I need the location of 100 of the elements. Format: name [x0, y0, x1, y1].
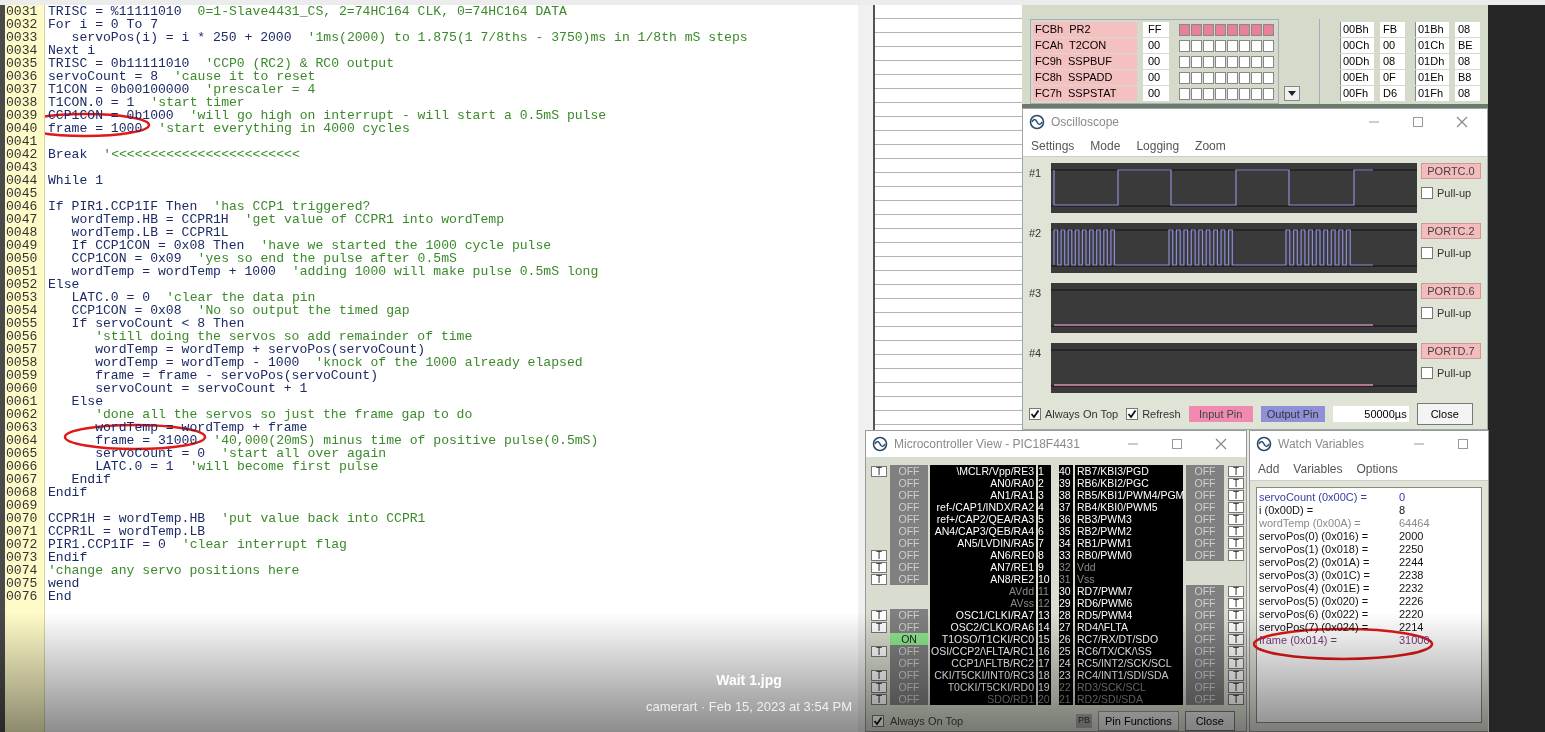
- menu-item[interactable]: Options: [1356, 459, 1398, 478]
- toggle-button[interactable]: T: [1228, 513, 1244, 525]
- bit-checkbox[interactable]: [1191, 23, 1202, 36]
- bit-checkbox[interactable]: [1239, 71, 1250, 84]
- bit-checkbox[interactable]: [1215, 55, 1226, 68]
- toggle-button[interactable]: T: [871, 549, 887, 561]
- bit-checkbox[interactable]: [1227, 23, 1238, 36]
- bit-checkbox[interactable]: [1215, 71, 1226, 84]
- bit-checkbox[interactable]: [1239, 39, 1250, 52]
- toggle-button[interactable]: T: [871, 609, 887, 621]
- pin-number: 3: [1038, 489, 1051, 501]
- bit-checkbox[interactable]: [1227, 87, 1238, 100]
- bit-checkbox[interactable]: [1251, 71, 1262, 84]
- toggle-button[interactable]: T: [1228, 549, 1244, 561]
- menu-item[interactable]: Zoom: [1195, 136, 1226, 155]
- bit-checkbox[interactable]: [1179, 23, 1190, 36]
- checkbox[interactable]: [1421, 367, 1433, 380]
- bit-checkbox[interactable]: [1203, 55, 1214, 68]
- toggle-button[interactable]: T: [1228, 657, 1244, 669]
- checkbox[interactable]: [1421, 187, 1433, 200]
- checkbox[interactable]: [1421, 247, 1433, 260]
- bit-checkbox[interactable]: [1179, 39, 1190, 52]
- bit-checkbox[interactable]: [1239, 87, 1250, 100]
- code-editor[interactable]: [0, 5, 858, 732]
- menu-item[interactable]: Settings: [1031, 136, 1075, 155]
- bit-checkbox[interactable]: [1203, 71, 1214, 84]
- toggle-button[interactable]: T: [1228, 645, 1244, 657]
- menu-item[interactable]: Variables: [1293, 459, 1343, 478]
- toggle-button[interactable]: T: [1228, 609, 1244, 621]
- toggle-button[interactable]: T: [1228, 465, 1244, 477]
- bit-checkbox[interactable]: [1263, 87, 1274, 100]
- bit-checkbox[interactable]: [1263, 39, 1274, 52]
- bit-checkbox[interactable]: [1203, 23, 1214, 36]
- maximize-icon[interactable]: [1457, 438, 1469, 450]
- bit-checkbox[interactable]: [1179, 55, 1190, 68]
- pin-number: 9: [1038, 561, 1051, 573]
- bit-checkbox[interactable]: [1215, 87, 1226, 100]
- bit-checkbox[interactable]: [1239, 55, 1250, 68]
- menu-item[interactable]: Logging: [1136, 136, 1180, 155]
- toggle-button[interactable]: T: [871, 681, 887, 693]
- toggle-button[interactable]: T: [1228, 489, 1244, 501]
- bit-checkbox[interactable]: [1227, 55, 1238, 68]
- bit-checkbox[interactable]: [1191, 55, 1202, 68]
- bit-checkbox[interactable]: [1227, 39, 1238, 52]
- memory-address: 01Ch: [1415, 38, 1449, 53]
- menu-item[interactable]: Mode: [1090, 136, 1121, 155]
- toggle-button[interactable]: T: [1228, 525, 1244, 537]
- toggle-button[interactable]: T: [871, 669, 887, 681]
- toggle-button[interactable]: T: [1228, 669, 1244, 681]
- toggle-button[interactable]: T: [1228, 597, 1244, 609]
- toggle-button[interactable]: T: [871, 561, 887, 573]
- bit-checkbox[interactable]: [1215, 39, 1226, 52]
- close-icon[interactable]: [1456, 116, 1468, 128]
- checkbox[interactable]: [1421, 307, 1433, 320]
- bit-checkbox[interactable]: [1263, 55, 1274, 68]
- menu-item[interactable]: Add: [1258, 459, 1280, 478]
- bit-checkbox[interactable]: [1179, 71, 1190, 84]
- bit-checkbox[interactable]: [1263, 71, 1274, 84]
- toggle-button[interactable]: T: [1228, 585, 1244, 597]
- toggle-button[interactable]: T: [1228, 621, 1244, 633]
- bit-checkbox[interactable]: [1179, 87, 1190, 100]
- bit-checkbox[interactable]: [1203, 87, 1214, 100]
- toggle-button[interactable]: T: [1228, 501, 1244, 513]
- toggle-button[interactable]: T: [1228, 681, 1244, 693]
- variable-value: 2232: [1399, 582, 1424, 595]
- checkbox[interactable]: [1029, 408, 1041, 420]
- scroll-down-button[interactable]: [1284, 86, 1300, 101]
- code-text: wend: [48, 577, 80, 590]
- bit-checkbox[interactable]: [1251, 55, 1262, 68]
- toggle-button[interactable]: T: [871, 645, 887, 657]
- bit-checkbox[interactable]: [1191, 87, 1202, 100]
- toggle-button[interactable]: T: [871, 573, 887, 585]
- bit-checkbox[interactable]: [1215, 23, 1226, 36]
- close-icon[interactable]: [1215, 438, 1227, 450]
- caret-icon: [1288, 91, 1296, 96]
- maximize-icon[interactable]: [1171, 438, 1183, 450]
- toggle-button[interactable]: T: [1228, 537, 1244, 549]
- bit-checkbox[interactable]: [1191, 39, 1202, 52]
- toggle-button[interactable]: T: [1228, 477, 1244, 489]
- toggle-button[interactable]: T: [1228, 693, 1244, 705]
- bit-checkbox[interactable]: [1191, 71, 1202, 84]
- close-button[interactable]: Close: [1184, 711, 1235, 731]
- checkbox[interactable]: [1126, 408, 1139, 420]
- toggle-button[interactable]: T: [871, 465, 887, 477]
- bit-checkbox[interactable]: [1239, 23, 1250, 36]
- toggle-button[interactable]: T: [871, 621, 887, 633]
- toggle-button[interactable]: T: [1228, 633, 1244, 645]
- bit-checkbox[interactable]: [1251, 87, 1262, 100]
- bit-checkbox[interactable]: [1251, 23, 1262, 36]
- pin-functions-button[interactable]: Pin Functions: [1098, 711, 1179, 731]
- maximize-icon[interactable]: [1412, 116, 1424, 128]
- timebase-field[interactable]: 50000µs: [1332, 406, 1409, 422]
- bit-checkbox[interactable]: [1263, 23, 1274, 36]
- line-number: 0075: [5, 577, 39, 590]
- bit-checkbox[interactable]: [1251, 39, 1262, 52]
- bit-checkbox[interactable]: [1227, 71, 1238, 84]
- checkbox[interactable]: [872, 715, 884, 727]
- toggle-button[interactable]: T: [871, 693, 887, 705]
- close-button[interactable]: Close: [1416, 403, 1473, 425]
- bit-checkbox[interactable]: [1203, 39, 1214, 52]
